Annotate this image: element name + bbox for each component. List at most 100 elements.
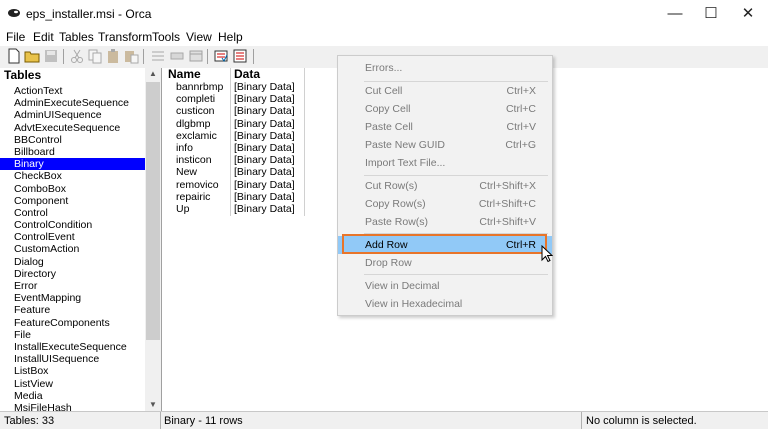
new-file-icon[interactable]: [6, 48, 22, 64]
scrollbar-thumb[interactable]: [146, 82, 160, 340]
menu-item-paste-rows[interactable]: Paste Row(s) Ctrl+Shift+V: [338, 213, 552, 231]
table-item[interactable]: Control: [0, 207, 145, 219]
cell-data[interactable]: [Binary Data]: [234, 142, 295, 154]
menu-item-drop-row[interactable]: Drop Row: [338, 254, 552, 272]
cell-name[interactable]: custicon: [176, 105, 215, 117]
table-item[interactable]: CustomAction: [0, 243, 145, 255]
menu-help[interactable]: Help: [218, 28, 243, 46]
menu-edit[interactable]: Edit: [33, 28, 54, 46]
table-item[interactable]: ListBox: [0, 365, 145, 377]
cell-name[interactable]: New: [176, 166, 197, 178]
cell-data[interactable]: [Binary Data]: [234, 105, 295, 117]
status-separator: [581, 412, 582, 429]
title-bar: eps_installer.msi - Orca — ☐ ✕: [0, 0, 768, 28]
menu-item-cut-rows[interactable]: Cut Row(s) Ctrl+Shift+X: [338, 177, 552, 195]
status-column-selection: No column is selected.: [586, 415, 697, 427]
close-button[interactable]: ✕: [725, 0, 768, 28]
validate-icon[interactable]: [213, 48, 229, 64]
cut-icon[interactable]: [69, 48, 85, 64]
menu-separator: [364, 175, 548, 176]
cell-name[interactable]: removico: [176, 179, 219, 191]
cell-name[interactable]: Up: [176, 203, 189, 215]
menu-item-copy-cell[interactable]: Copy Cell Ctrl+C: [338, 100, 552, 118]
cell-data[interactable]: [Binary Data]: [234, 203, 295, 215]
paste-icon[interactable]: [105, 48, 121, 64]
status-tables-count: Tables: 33: [4, 415, 55, 427]
menu-file[interactable]: File: [6, 28, 25, 46]
table-item[interactable]: Feature: [0, 304, 145, 316]
menu-item-view-decimal[interactable]: View in Decimal: [338, 277, 552, 295]
table-item-selected[interactable]: Binary: [0, 158, 145, 171]
save-icon[interactable]: [43, 48, 59, 64]
table-item[interactable]: InstallUISequence: [0, 353, 145, 365]
table-item[interactable]: InstallExecuteSequence: [0, 341, 145, 353]
table-item[interactable]: Dialog: [0, 256, 145, 268]
cell-data[interactable]: [Binary Data]: [234, 191, 295, 203]
table-item[interactable]: BBControl: [0, 134, 145, 146]
table-item[interactable]: CheckBox: [0, 170, 145, 182]
add-row-icon[interactable]: [150, 48, 166, 64]
menu-tools[interactable]: Tools: [152, 28, 180, 46]
cell-data[interactable]: [Binary Data]: [234, 118, 295, 130]
column-header-name[interactable]: Name: [168, 68, 201, 81]
menu-item-errors[interactable]: Errors...: [338, 59, 552, 77]
add-row-callout-outline: [342, 234, 547, 254]
table-item[interactable]: ControlEvent: [0, 231, 145, 243]
table-item[interactable]: AdvtExecuteSequence: [0, 122, 145, 134]
drop-row-icon[interactable]: [169, 48, 185, 64]
cell-name[interactable]: dlgbmp: [176, 118, 210, 130]
menu-view[interactable]: View: [186, 28, 212, 46]
table-item[interactable]: ControlCondition: [0, 219, 145, 231]
menu-item-view-hexadecimal[interactable]: View in Hexadecimal: [338, 295, 552, 313]
status-bar: Tables: 33 Binary - 11 rows No column is…: [0, 411, 768, 429]
cell-name[interactable]: info: [176, 142, 193, 154]
cell-name[interactable]: completi: [176, 93, 215, 105]
table-item[interactable]: Directory: [0, 268, 145, 280]
cell-name[interactable]: repairic: [176, 191, 210, 203]
copy-icon[interactable]: [87, 48, 103, 64]
table-item[interactable]: File: [0, 329, 145, 341]
table-item[interactable]: ComboBox: [0, 183, 145, 195]
table-item[interactable]: Billboard: [0, 146, 145, 158]
table-item[interactable]: FeatureComponents: [0, 317, 145, 329]
table-icon[interactable]: [188, 48, 204, 64]
status-row-count: Binary - 11 rows: [164, 415, 243, 427]
table-item[interactable]: ListView: [0, 378, 145, 390]
table-item[interactable]: Component: [0, 195, 145, 207]
table-item[interactable]: EventMapping: [0, 292, 145, 304]
column-divider: [304, 68, 305, 216]
cell-data[interactable]: [Binary Data]: [234, 166, 295, 178]
menu-item-copy-rows[interactable]: Copy Row(s) Ctrl+Shift+C: [338, 195, 552, 213]
merge-module-icon[interactable]: [232, 48, 248, 64]
table-item[interactable]: AdminExecuteSequence: [0, 97, 145, 109]
menu-item-import-text-file[interactable]: Import Text File...: [338, 154, 552, 172]
scroll-up-icon[interactable]: ▲: [145, 68, 161, 80]
tables-scrollbar[interactable]: ▲ ▼: [145, 68, 161, 411]
cell-data[interactable]: [Binary Data]: [234, 93, 295, 105]
toolbar-separator: [63, 49, 64, 64]
table-item[interactable]: MsiFileHash: [0, 402, 145, 411]
open-folder-icon[interactable]: [24, 48, 40, 64]
table-item[interactable]: ActionText: [0, 85, 145, 97]
cell-name[interactable]: bannrbmp: [176, 81, 223, 93]
cell-name[interactable]: insticon: [176, 154, 212, 166]
menu-item-paste-new-guid[interactable]: Paste New GUID Ctrl+G: [338, 136, 552, 154]
orca-app-icon: [8, 9, 20, 17]
paste-special-icon[interactable]: [123, 48, 139, 64]
table-item[interactable]: Media: [0, 390, 145, 402]
menu-item-cut-cell[interactable]: Cut Cell Ctrl+X: [338, 82, 552, 100]
cell-data[interactable]: [Binary Data]: [234, 81, 295, 93]
cell-data[interactable]: [Binary Data]: [234, 154, 295, 166]
scroll-down-icon[interactable]: ▼: [145, 399, 161, 411]
column-header-data[interactable]: Data: [234, 68, 260, 81]
menu-bar: File Edit Tables Transform Tools View He…: [0, 28, 768, 46]
menu-tables[interactable]: Tables: [59, 28, 94, 46]
toolbar-separator: [253, 49, 254, 64]
cell-data[interactable]: [Binary Data]: [234, 130, 295, 142]
table-item[interactable]: AdminUISequence: [0, 109, 145, 121]
menu-item-paste-cell[interactable]: Paste Cell Ctrl+V: [338, 118, 552, 136]
table-item[interactable]: Error: [0, 280, 145, 292]
cell-name[interactable]: exclamic: [176, 130, 217, 142]
menu-transform[interactable]: Transform: [98, 28, 152, 46]
cell-data[interactable]: [Binary Data]: [234, 179, 295, 191]
